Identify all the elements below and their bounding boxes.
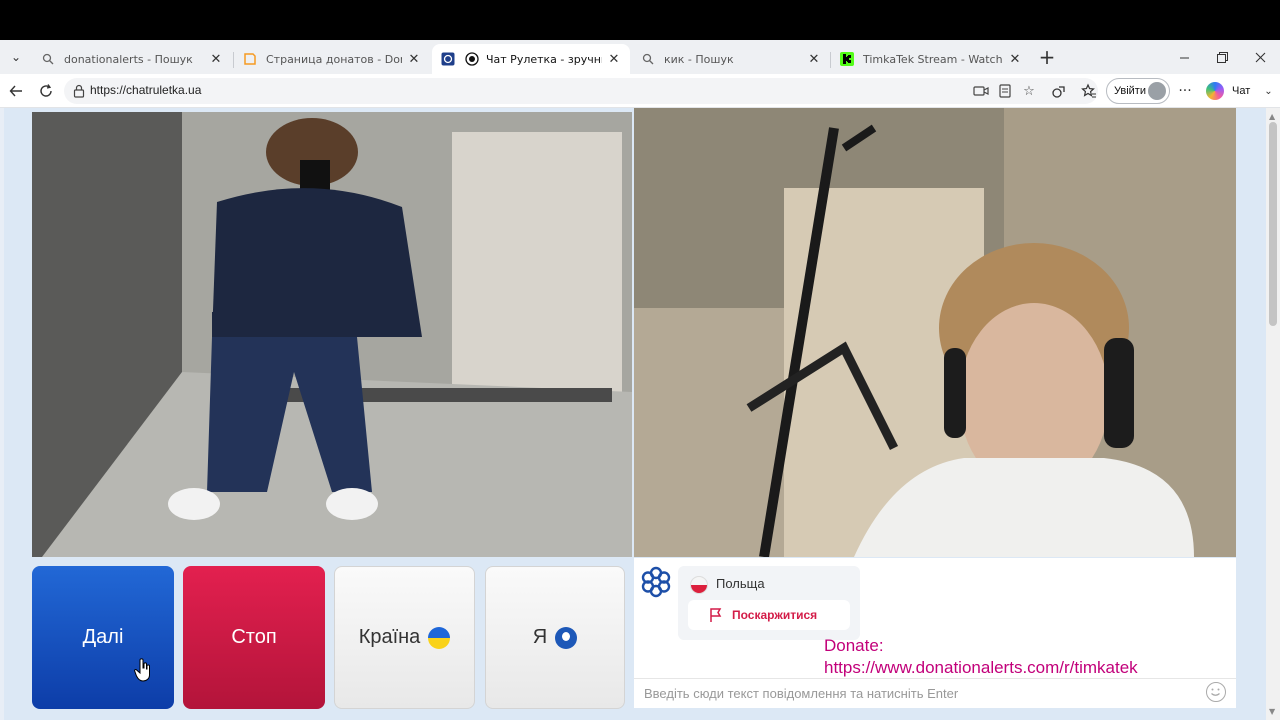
recording-icon [464,51,480,67]
poland-flag-icon [690,576,708,594]
mouse-cursor-icon [134,658,150,682]
address-toolbar: https://chatruletka.ua ☆ Увійти ··· Чат … [0,74,1280,108]
close-window-icon[interactable] [1248,46,1272,68]
more-menu-icon[interactable]: ··· [1174,80,1196,102]
search-icon [40,51,56,67]
scroll-thumb[interactable] [1269,122,1277,326]
tab-label: donationalerts - Пошук [64,52,193,66]
tab-donationalerts-search[interactable]: donationalerts - Пошук ✕ [32,44,232,74]
favorite-star-icon[interactable]: ☆ [1020,82,1038,100]
sign-in-button[interactable]: Увійти [1106,78,1170,104]
report-button[interactable]: Поскаржитися [688,600,850,630]
tab-strip: ⌄ donationalerts - Пошук ✕ Страница дона… [0,40,1280,74]
donationalerts-icon [242,51,258,67]
emoji-icon[interactable] [1206,682,1226,702]
close-tab-icon[interactable]: ✕ [208,52,224,67]
camera-icon[interactable] [972,82,990,100]
flag-icon [710,608,722,622]
address-bar[interactable]: https://chatruletka.ua ☆ [64,78,1098,104]
search-icon [640,51,656,67]
url-text[interactable]: https://chatruletka.ua [90,83,201,97]
reload-icon[interactable] [34,79,58,103]
chatruletka-logo-icon [641,566,671,598]
partner-info-card: Польща Поскаржитися [678,566,860,640]
back-arrow-icon[interactable] [4,79,28,103]
scroll-down-icon[interactable]: ▼ [1269,707,1275,716]
copilot-icon [1206,82,1224,100]
tab-chatruletka[interactable]: Чат Рулетка - зручний та безпечний ✕ [432,44,630,74]
page-scrollbar[interactable]: ▲ ▼ [1266,108,1280,720]
message-input[interactable]: Введіть сюди текст повідомлення та натис… [634,678,1236,708]
favorites-icon[interactable] [1078,80,1100,102]
stop-button[interactable]: Стоп [183,566,325,709]
chatruletka-page: Далі Стоп Країна Я Польща Поскаржитися D… [0,108,1280,720]
profile-label: Я [532,626,548,648]
partner-video [32,112,632,557]
report-label: Поскаржитися [732,608,818,622]
tab-kick-stream[interactable]: TimkaTek Stream - Watch Live on Kick ✕ [831,44,1031,74]
stop-label: Стоп [231,626,277,648]
donate-overlay-text: Donate: https://www.donationalerts.com/r… [824,635,1138,679]
tab-label: Чат Рулетка - зручний та безпечний [486,52,602,66]
partner-country: Польща [716,576,765,591]
tab-kick-search[interactable]: кик - Пошук ✕ [632,44,830,74]
tab-label: Страница донатов - DonationAlerts [266,52,402,66]
tab-label: кик - Пошук [664,52,734,66]
next-button[interactable]: Далі [32,566,174,709]
tab-list-dropdown-icon[interactable]: ⌄ [4,46,28,68]
chevron-down-icon[interactable]: ⌄ [1264,86,1272,97]
minimize-icon[interactable] [1172,46,1196,68]
extensions-icon[interactable] [1048,80,1070,102]
donate-link: https://www.donationalerts.com/r/timkate… [824,658,1138,677]
screen-top-bar [0,0,1280,40]
chatruletka-icon [440,51,456,67]
tab-label: TimkaTek Stream - Watch Live on Kick [863,52,1003,66]
copilot-label: Чат [1232,85,1251,97]
ukraine-flag-icon [428,626,451,649]
country-label: Країна [358,626,421,648]
close-tab-icon[interactable]: ✕ [406,52,422,67]
avatar-icon [1148,82,1166,100]
user-icon [555,626,578,649]
tab-donationalerts-page[interactable]: Страница донатов - DonationAlerts ✕ [234,44,430,74]
copilot-chat-button[interactable]: Чат ⌄ [1206,80,1273,102]
kick-icon [839,51,855,67]
close-tab-icon[interactable]: ✕ [806,52,822,67]
close-tab-icon[interactable]: ✕ [606,52,622,67]
chat-panel: Польща Поскаржитися Donate: https://www.… [634,558,1236,708]
self-video [634,108,1236,557]
sign-in-label: Увійти [1114,85,1146,97]
scroll-up-icon[interactable]: ▲ [1269,112,1275,121]
maximize-icon[interactable] [1210,46,1234,68]
new-tab-button[interactable]: + [1036,45,1058,69]
close-tab-icon[interactable]: ✕ [1007,52,1023,67]
profile-button[interactable]: Я [485,566,625,709]
next-label: Далі [82,626,124,648]
country-filter-button[interactable]: Країна [334,566,475,709]
donate-label: Donate: [824,636,884,655]
reader-mode-icon[interactable] [996,82,1014,100]
lock-icon[interactable] [72,84,86,98]
